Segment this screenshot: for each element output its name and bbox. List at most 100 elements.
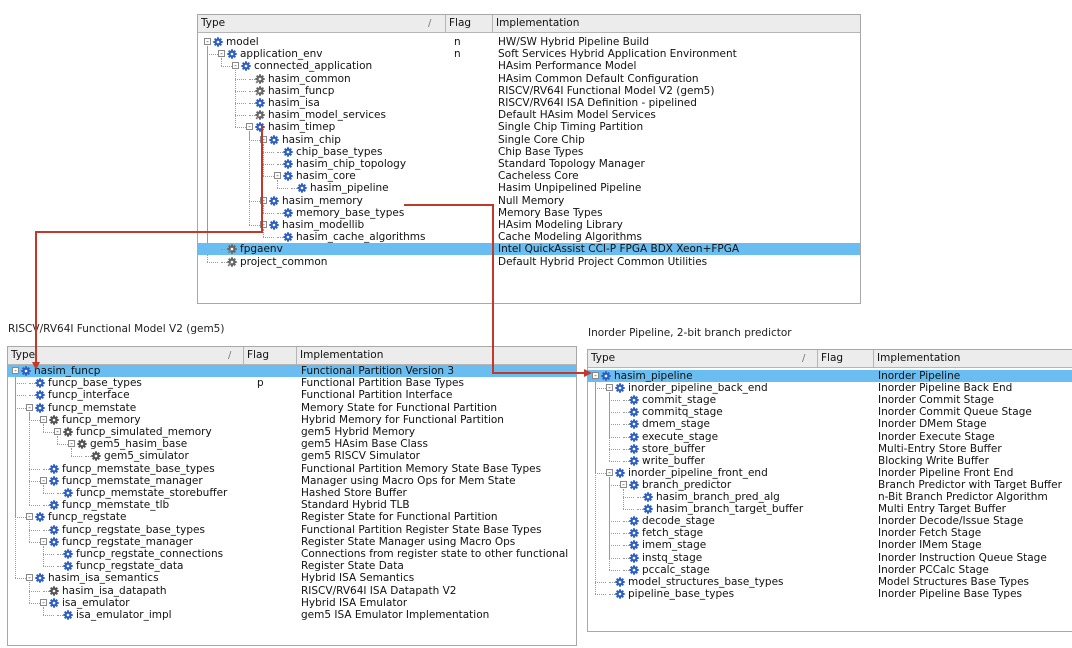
tree-row-execute-stage[interactable]: execute_stage Inorder Execute Stage [588, 431, 1072, 443]
tree-row-instq-stage[interactable]: instq_stage Inorder Instruction Queue Sta… [588, 552, 1072, 564]
tree-row-funcp-regstate-connections[interactable]: funcp_regstate_connections Connections fr… [8, 548, 576, 560]
collapse-toggle-icon[interactable]: - [232, 62, 239, 70]
tree-row-hasim-timep[interactable]: - hasim_timep Single Chip Timing Partition [198, 121, 860, 133]
type-column-header[interactable]: Type [588, 350, 818, 367]
collapse-toggle-icon[interactable]: - [260, 135, 267, 143]
tree-row-imem-stage[interactable]: imem_stage Inorder IMem Stage [588, 539, 1072, 551]
collapse-toggle-icon[interactable]: - [26, 403, 33, 411]
collapse-toggle-icon[interactable]: - [26, 513, 33, 521]
implementation-column-header[interactable]: Implementation [874, 350, 1072, 367]
collapse-toggle-icon[interactable]: - [68, 440, 75, 448]
tree-row-hasim-chip-topology[interactable]: hasim_chip_topology Standard Topology Man… [198, 158, 860, 170]
right-module-tree[interactable]: Type / Flag Implementation - hasim_pipeli… [587, 349, 1072, 632]
tree-row-funcp-simulated-memory[interactable]: - funcp_simulated_memory gem5 Hybrid Memor… [8, 426, 576, 438]
tree-row-branch-predictor[interactable]: - branch_predictor Branch Predictor with T… [588, 479, 1072, 491]
tree-row-project-common[interactable]: project_common Default Hybrid Project Com… [198, 256, 860, 268]
flag-column-header[interactable]: Flag [244, 347, 297, 364]
implementation-column-header[interactable]: Implementation [493, 15, 860, 32]
tree-row-application-env[interactable]: - application_env n Soft Services Hybrid Ap… [198, 48, 860, 60]
tree-row-write-buffer[interactable]: write_buffer Blocking Write Buffer [588, 455, 1072, 467]
tree-row-chip-base-types[interactable]: chip_base_types Chip Base Types [198, 146, 860, 158]
tree-row-isa-emulator-impl[interactable]: isa_emulator_impl gem5 ISA Emulator Imple… [8, 609, 576, 621]
collapse-toggle-icon[interactable]: - [274, 172, 281, 180]
left-module-tree[interactable]: Type / Flag Implementation - hasim_funcp F… [7, 346, 577, 646]
type-column-header[interactable]: Type [8, 347, 244, 364]
tree-row-dmem-stage[interactable]: dmem_stage Inorder DMem Stage [588, 418, 1072, 430]
tree-row-memory-base-types[interactable]: memory_base_types Memory Base Types [198, 207, 860, 219]
tree-row-hasim-isa[interactable]: hasim_isa RISCV/RV64I ISA Definition - pi… [198, 97, 860, 109]
tree-row-hasim-pipeline[interactable]: - hasim_pipeline Inorder Pipeline [588, 370, 1072, 382]
tree-row-gem5-hasim-base[interactable]: - gem5_hasim_base gem5 HAsim Base Class [8, 438, 576, 450]
implementation-column-header[interactable]: Implementation [297, 347, 576, 364]
tree-row-decode-stage[interactable]: decode_stage Inorder Decode/Issue Stage [588, 515, 1072, 527]
module-name: hasim_common [268, 72, 351, 85]
tree-row-hasim-funcp[interactable]: - hasim_funcp Functional Partition Version… [8, 365, 576, 377]
tree-row-isa-emulator[interactable]: - isa_emulator Hybrid ISA Emulator [8, 597, 576, 609]
collapse-toggle-icon[interactable]: - [40, 476, 47, 484]
collapse-toggle-icon[interactable]: - [12, 367, 19, 375]
collapse-toggle-icon[interactable]: - [260, 221, 267, 229]
tree-row-inorder-pipeline-front-end[interactable]: - inorder_pipeline_front_end Inorder Pipel… [588, 467, 1072, 479]
tree-row-funcp-interface[interactable]: funcp_interface Functional Partition Inte… [8, 389, 576, 401]
tree-row-fetch-stage[interactable]: fetch_stage Inorder Fetch Stage [588, 527, 1072, 539]
collapse-toggle-icon[interactable]: - [606, 468, 613, 476]
tree-row-funcp-memstate-storebuffer[interactable]: funcp_memstate_storebuffer Hashed Store B… [8, 487, 576, 499]
module-name: hasim_chip [282, 133, 341, 146]
collapse-toggle-icon[interactable]: - [40, 598, 47, 606]
tree-row-funcp-memory[interactable]: - funcp_memory Hybrid Memory for Functiona… [8, 414, 576, 426]
tree-row-hasim-isa-semantics[interactable]: - hasim_isa_semantics Hybrid ISA Semantics [8, 572, 576, 584]
tree-row-hasim-branch-target-buffer[interactable]: hasim_branch_target_buffer Multi Entry Ta… [588, 503, 1072, 515]
tree-row-funcp-base-types[interactable]: funcp_base_types p Functional Partition Ba… [8, 377, 576, 389]
collapse-toggle-icon[interactable]: - [54, 428, 61, 436]
module-implementation: Single Core Chip [498, 133, 585, 146]
tree-row-fpgaenv[interactable]: fpgaenv Intel QuickAssist CCI-P FPGA BDX … [198, 243, 860, 256]
tree-row-hasim-isa-datapath[interactable]: hasim_isa_datapath RISCV/RV64I ISA Datapa… [8, 585, 576, 597]
collapse-toggle-icon[interactable]: - [40, 537, 47, 545]
flag-column-header[interactable]: Flag [818, 350, 874, 367]
tree-row-hasim-funcp[interactable]: hasim_funcp RISCV/RV64I Functional Model … [198, 85, 860, 97]
tree-row-pccalc-stage[interactable]: pccalc_stage Inorder PCCalc Stage [588, 564, 1072, 576]
tree-row-hasim-branch-pred-alg[interactable]: hasim_branch_pred_alg n-Bit Branch Predic… [588, 491, 1072, 503]
tree-row-funcp-memstate-tlb[interactable]: funcp_memstate_tlb Standard Hybrid TLB [8, 499, 576, 511]
collapse-toggle-icon[interactable]: - [218, 50, 225, 58]
tree-row-hasim-core[interactable]: - hasim_core Cacheless Core [198, 170, 860, 182]
collapse-toggle-icon[interactable]: - [592, 372, 599, 380]
tree-row-hasim-model-services[interactable]: hasim_model_services Default HAsim Model … [198, 109, 860, 121]
tree-row-funcp-memstate[interactable]: - funcp_memstate Memory State for Function… [8, 402, 576, 414]
module-name: funcp_base_types [48, 377, 142, 390]
tree-row-store-buffer[interactable]: store_buffer Multi-Entry Store Buffer [588, 443, 1072, 455]
collapse-toggle-icon[interactable]: - [40, 415, 47, 423]
collapse-toggle-icon[interactable]: - [204, 38, 211, 46]
tree-row-model-structures-base-types[interactable]: model_structures_base_types Model Structu… [588, 576, 1072, 588]
tree-row-funcp-regstate[interactable]: - funcp_regstate Register State for Functi… [8, 511, 576, 523]
collapse-toggle-icon[interactable]: - [246, 123, 253, 131]
tree-row-gem5-simulator[interactable]: gem5_simulator gem5 RISCV Simulator [8, 450, 576, 462]
sort-indicator-icon: / [802, 353, 806, 364]
tree-row-model[interactable]: - model n HW/SW Hybrid Pipeline Build [198, 36, 860, 48]
collapse-toggle-icon[interactable]: - [620, 480, 627, 488]
tree-row-funcp-memstate-manager[interactable]: - funcp_memstate_manager Manager using Mac… [8, 475, 576, 487]
tree-row-commit-stage[interactable]: commit_stage Inorder Commit Stage [588, 394, 1072, 406]
tree-row-inorder-pipeline-back-end[interactable]: - inorder_pipeline_back_end Inorder Pipeli… [588, 382, 1072, 394]
tree-row-connected-application[interactable]: - connected_application HAsim Performance … [198, 60, 860, 72]
tree-row-hasim-chip[interactable]: - hasim_chip Single Core Chip [198, 134, 860, 146]
top-module-tree[interactable]: Type / Flag Implementation - model n HW/SW … [197, 14, 861, 304]
tree-row-hasim-modellib[interactable]: - hasim_modellib HAsim Modeling Library [198, 219, 860, 231]
tree-row-commitq-stage[interactable]: commitq_stage Inorder Commit Queue Stage [588, 406, 1072, 418]
tree-row-funcp-regstate-base-types[interactable]: funcp_regstate_base_types Functional Part… [8, 524, 576, 536]
tree-row-hasim-pipeline[interactable]: hasim_pipeline Hasim Unpipelined Pipeline [198, 182, 860, 194]
tree-row-funcp-memstate-base-types[interactable]: funcp_memstate_base_types Functional Part… [8, 463, 576, 475]
collapse-toggle-icon[interactable]: - [606, 384, 613, 392]
collapse-toggle-icon[interactable]: - [26, 574, 33, 582]
tree-row-hasim-cache-algorithms[interactable]: hasim_cache_algorithms Cache Modeling Alg… [198, 231, 860, 243]
module-name: connected_application [254, 60, 373, 73]
tree-row-pipeline-base-types[interactable]: pipeline_base_types Inorder Pipeline Base… [588, 588, 1072, 600]
tree-row-hasim-memory[interactable]: - hasim_memory Null Memory [198, 195, 860, 207]
collapse-toggle-icon[interactable]: - [260, 196, 267, 204]
tree-row-hasim-common[interactable]: hasim_common HAsim Common Default Configu… [198, 73, 860, 85]
module-name: imem_stage [642, 539, 707, 552]
tree-row-funcp-regstate-manager[interactable]: - funcp_regstate_manager Register State Ma… [8, 536, 576, 548]
flag-column-header[interactable]: Flag [446, 15, 493, 32]
tree-row-funcp-regstate-data[interactable]: funcp_regstate_data Register State Data [8, 560, 576, 572]
type-column-header[interactable]: Type [198, 15, 446, 32]
